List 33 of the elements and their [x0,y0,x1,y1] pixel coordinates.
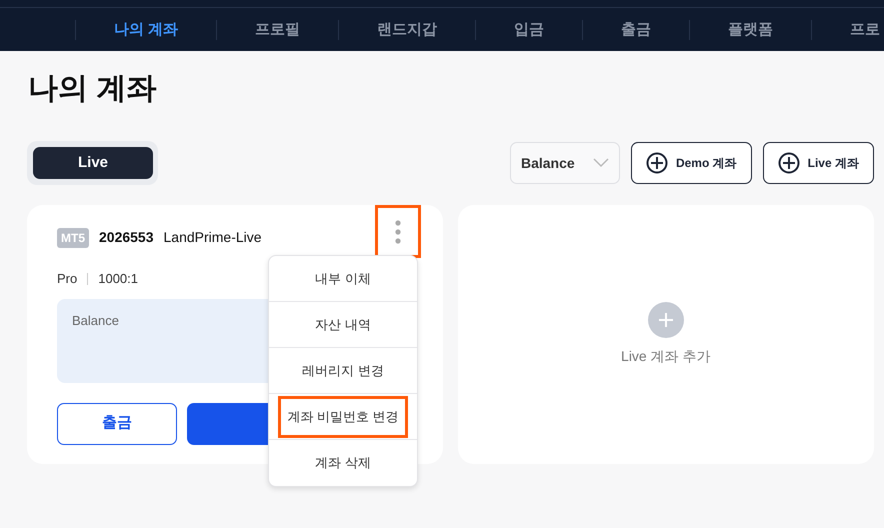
nav-tab[interactable]: 나의 계좌 [75,20,216,40]
add-account-button[interactable]: Live 계좌 [762,142,874,184]
balance-label: Balance [72,312,119,328]
account-number: 2026553 [99,228,154,247]
withdraw-button[interactable]: 출금 [57,402,177,444]
server-name: LandPrime-Live [164,228,262,247]
nav-tab[interactable]: 출금 [582,20,690,40]
chevron-down-icon [592,158,609,168]
account-tab[interactable]: Live [33,147,153,179]
select-value: Balance [520,154,575,172]
add-account-card[interactable]: Live 계좌 추가 [458,205,874,464]
nav-tab[interactable]: 입금 [475,20,582,40]
menu-item[interactable]: 레버리지 변경 [278,350,408,392]
platform-badge: MT5 [57,228,89,248]
menu-item[interactable]: 계좌 삭제 [278,442,408,484]
nav-tab[interactable]: 플랫폼 [689,20,812,40]
account-type: Pro [57,270,78,288]
menu-item[interactable]: 자산 내역 [278,304,408,346]
nav-tab[interactable]: 프로 [811,20,880,40]
nav-tab[interactable]: 랜드지갑 [338,20,476,40]
leverage-value: 1000:1 [98,270,138,288]
add-account-label: Live 계좌 추가 [621,347,710,366]
plus-circle-icon [648,302,684,338]
plus-circle-icon [778,152,800,174]
menu-item[interactable]: 계좌 비밀번호 변경 [278,396,408,438]
menu-item[interactable]: 내부 이체 [278,258,408,300]
plus-circle-icon [646,152,668,174]
add-account-button[interactable]: Demo 계좌 [630,142,752,184]
more-vertical-icon [394,220,401,244]
more-button[interactable] [374,205,421,258]
sort-select[interactable]: Balance [510,142,620,184]
nav-tab[interactable]: 프로필 [216,20,338,40]
page-title: 나의 계좌 [27,71,158,107]
